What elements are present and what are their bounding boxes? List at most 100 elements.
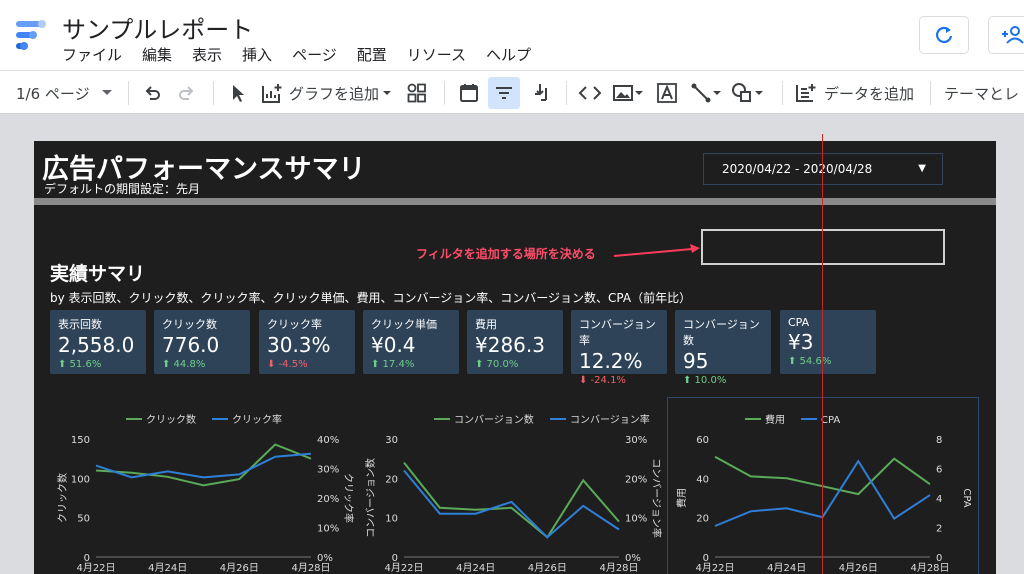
date-range-control-button[interactable] bbox=[458, 71, 480, 115]
y2-tick-label: 8 bbox=[936, 435, 942, 446]
y2-tick-label: 30% bbox=[317, 465, 339, 476]
y2-axis-title: CPA bbox=[961, 488, 972, 507]
x-tick-label: 4月26日 bbox=[839, 562, 878, 574]
undo-button[interactable] bbox=[143, 71, 163, 115]
x-tick-label: 4月24日 bbox=[456, 562, 495, 574]
y-tick-label: 100 bbox=[71, 474, 90, 485]
calendar-icon bbox=[460, 84, 478, 102]
menu-view[interactable]: 表示 bbox=[192, 44, 222, 65]
y2-axis-title: クリック率 bbox=[342, 473, 355, 523]
insert-line-button[interactable] bbox=[690, 71, 722, 115]
line-icon bbox=[691, 83, 711, 103]
caret-down-icon bbox=[713, 91, 721, 95]
y-tick-label: 40 bbox=[696, 474, 709, 485]
data-studio-logo-icon bbox=[16, 20, 46, 50]
app-header: サンプルレポート ファイル 編集 表示 挿入 ページ 配置 リソース ヘルプ bbox=[0, 0, 1024, 70]
add-data-label: データを追加 bbox=[824, 84, 915, 103]
y-tick-label: 20 bbox=[696, 514, 709, 525]
menu-resource[interactable]: リソース bbox=[407, 44, 466, 65]
share-button[interactable] bbox=[988, 16, 1024, 54]
insert-shape-button[interactable] bbox=[730, 71, 764, 115]
y2-tick-label: 20% bbox=[625, 474, 647, 485]
x-tick-label: 4月26日 bbox=[220, 562, 259, 574]
legend-label: コンバージョン数 bbox=[454, 413, 534, 426]
y-tick-label: 60 bbox=[696, 435, 709, 446]
add-chart-label: グラフを追加 bbox=[289, 84, 380, 103]
embed-url-button[interactable] bbox=[578, 71, 602, 115]
legend-label: クリック数 bbox=[146, 413, 196, 426]
y2-axis-title: コンバージョン率 bbox=[650, 458, 663, 538]
add-chart-icon bbox=[262, 84, 282, 103]
page-indicator: 1/6 ページ bbox=[16, 84, 90, 103]
y-tick-label: 20 bbox=[385, 474, 398, 485]
guide-line bbox=[822, 134, 823, 574]
data-control-icon bbox=[535, 84, 547, 101]
theme-layout-button[interactable]: テーマとレ bbox=[944, 71, 1019, 115]
caret-down-icon bbox=[383, 91, 392, 95]
cursor-icon bbox=[233, 85, 244, 102]
menu-edit[interactable]: 編集 bbox=[142, 44, 172, 65]
add-data-icon bbox=[796, 84, 816, 102]
series-line bbox=[403, 461, 620, 539]
series-line bbox=[95, 443, 312, 487]
x-tick-label: 4月24日 bbox=[767, 562, 806, 574]
y2-tick-label: 6 bbox=[936, 465, 942, 476]
y-axis-title: 費用 bbox=[675, 488, 688, 508]
y-axis-title: クリック数 bbox=[56, 473, 69, 523]
menu-insert[interactable]: 挿入 bbox=[242, 44, 272, 65]
add-data-button[interactable]: データを追加 bbox=[794, 71, 914, 115]
y2-tick-label: 10% bbox=[625, 514, 647, 525]
y2-tick-label: 10% bbox=[317, 524, 339, 535]
report-canvas: 広告パフォーマンスサマリ デフォルトの期間設定：先月 2020/04/22 - … bbox=[34, 141, 996, 574]
x-tick-label: 4月26日 bbox=[528, 562, 567, 574]
redo-button[interactable] bbox=[176, 71, 196, 115]
image-icon bbox=[613, 85, 633, 101]
undo-icon bbox=[145, 86, 160, 100]
menu-bar: ファイル 編集 表示 挿入 ページ 配置 リソース ヘルプ bbox=[62, 44, 551, 65]
y-tick-label: 30 bbox=[385, 435, 398, 446]
toolbar: 1/6 ページ グラフを追加 データを追加 テーマとレ bbox=[0, 70, 1024, 114]
y2-tick-label: 2 bbox=[936, 524, 942, 535]
y-tick-label: 50 bbox=[77, 514, 90, 525]
x-tick-label: 4月24日 bbox=[148, 562, 187, 574]
y2-tick-label: 40% bbox=[317, 435, 339, 446]
report-name[interactable]: サンプルレポート bbox=[62, 10, 253, 45]
menu-file[interactable]: ファイル bbox=[62, 44, 122, 65]
caret-down-icon bbox=[635, 91, 643, 95]
x-tick-label: 4月28日 bbox=[910, 562, 949, 574]
refresh-icon bbox=[936, 26, 953, 43]
data-control-button[interactable] bbox=[530, 71, 552, 115]
y-axis-title: コンバージョン数 bbox=[364, 458, 377, 538]
legend-label: コンバージョン率 bbox=[570, 413, 650, 426]
refresh-button[interactable] bbox=[919, 16, 969, 54]
caret-down-icon bbox=[755, 91, 763, 95]
insert-text-button[interactable] bbox=[656, 71, 678, 115]
x-tick-label: 4月28日 bbox=[599, 562, 638, 574]
y-tick-label: 150 bbox=[71, 435, 90, 446]
chevron-down-icon bbox=[101, 90, 112, 95]
x-tick-label: 4月28日 bbox=[291, 562, 330, 574]
y2-tick-label: 4 bbox=[936, 494, 942, 505]
text-box-icon bbox=[657, 83, 677, 103]
filter-icon bbox=[496, 87, 512, 99]
page-selector[interactable]: 1/6 ページ bbox=[16, 71, 118, 115]
community-viz-button[interactable] bbox=[406, 71, 428, 115]
code-icon bbox=[578, 86, 602, 100]
filter-control-button[interactable] bbox=[488, 77, 520, 109]
x-tick-label: 4月22日 bbox=[695, 562, 734, 574]
select-button[interactable] bbox=[228, 71, 248, 115]
add-chart-button[interactable]: グラフを追加 bbox=[260, 71, 393, 115]
y2-tick-label: 20% bbox=[317, 494, 339, 505]
menu-help[interactable]: ヘルプ bbox=[486, 44, 531, 65]
insert-image-button[interactable] bbox=[612, 71, 644, 115]
legend-label: CPA bbox=[821, 415, 840, 426]
legend-label: クリック率 bbox=[232, 413, 282, 426]
x-tick-label: 4月22日 bbox=[76, 562, 115, 574]
y-tick-label: 10 bbox=[385, 514, 398, 525]
legend-label: 費用 bbox=[765, 413, 785, 426]
x-tick-label: 4月22日 bbox=[384, 562, 423, 574]
menu-page[interactable]: ページ bbox=[292, 44, 337, 65]
charts-layer: 0501001500%10%20%30%40%4月22日 4月24日 4月26日 4月… bbox=[56, 413, 972, 574]
menu-arrange[interactable]: 配置 bbox=[357, 44, 387, 65]
theme-label: テーマとレ bbox=[944, 84, 1020, 103]
